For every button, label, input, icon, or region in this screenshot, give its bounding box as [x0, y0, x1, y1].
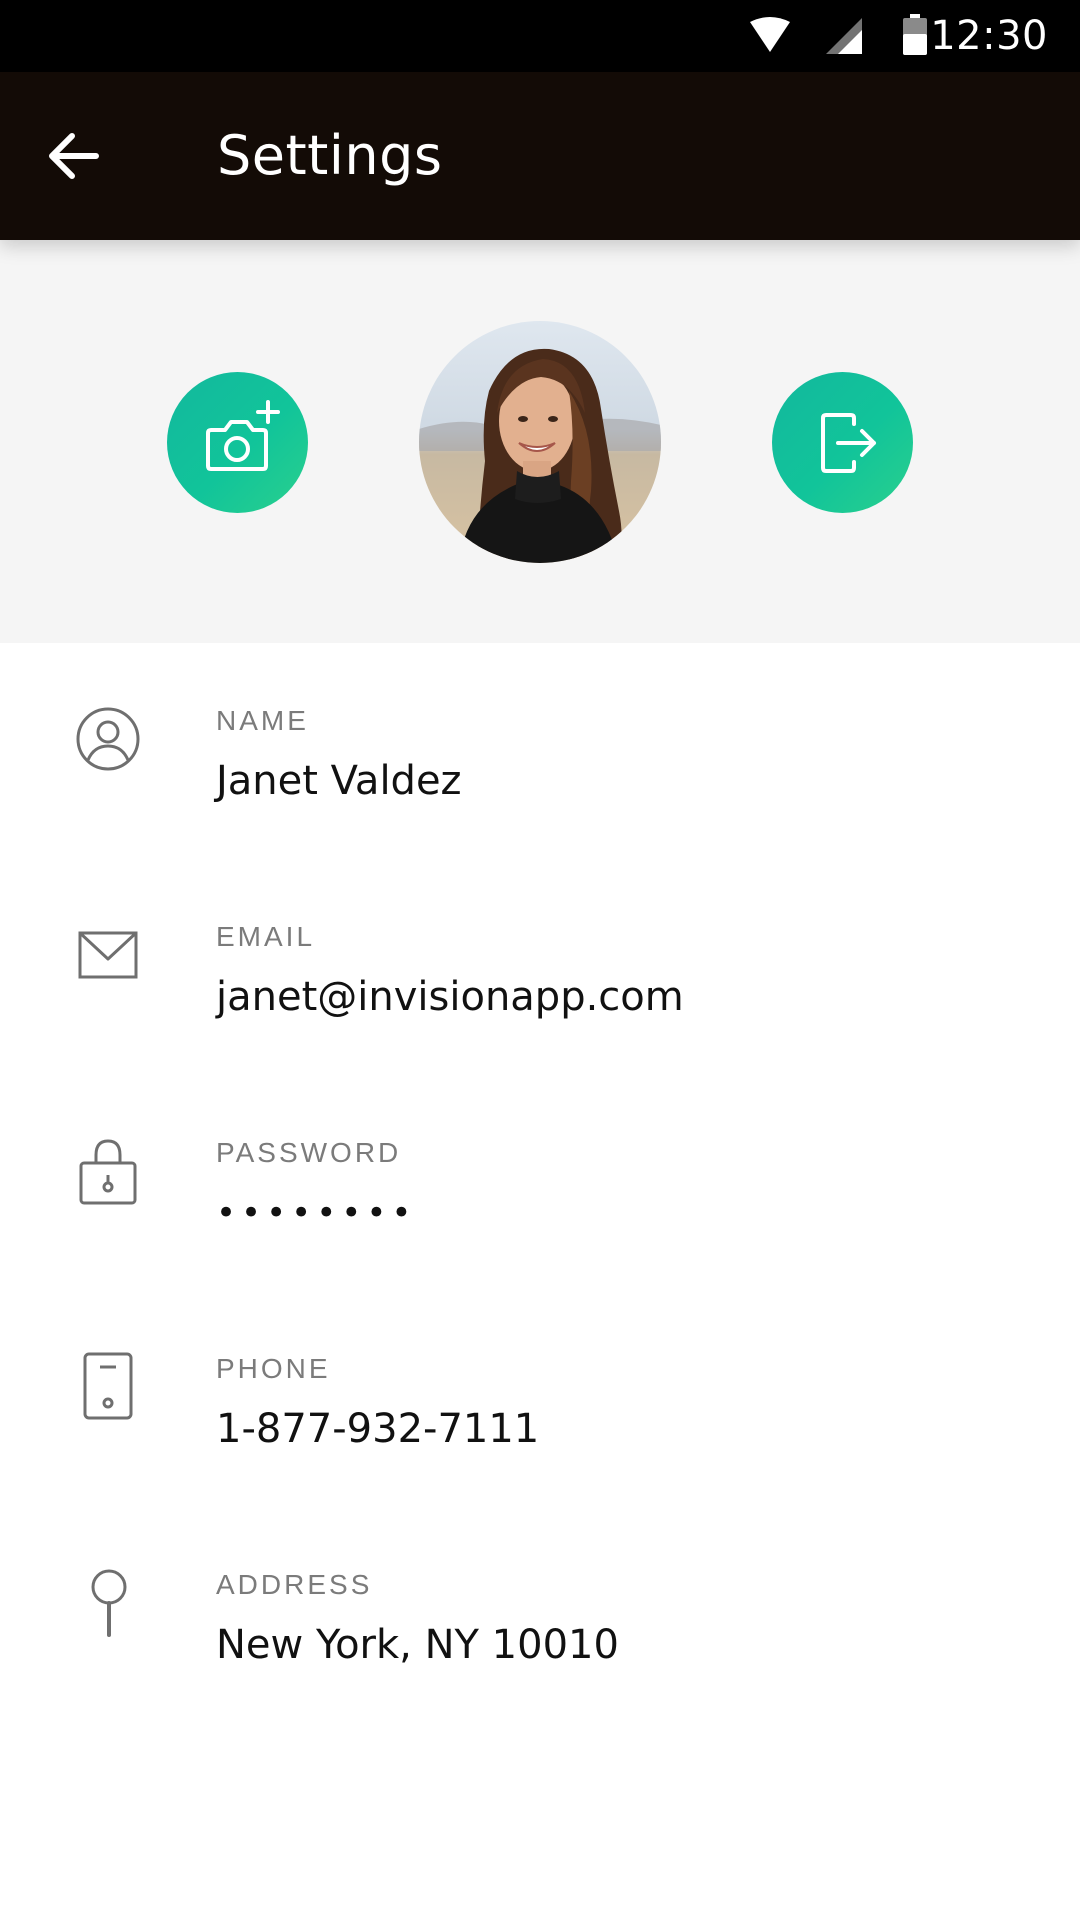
camera-add-icon	[206, 400, 280, 471]
field-phone[interactable]: PHONE 1-877-932-7111	[0, 1291, 1080, 1471]
status-time: 12:30	[930, 13, 1048, 59]
wifi-icon	[750, 17, 790, 52]
phone-icon	[72, 1351, 144, 1423]
profile-photo	[419, 321, 661, 563]
toolbar: Settings	[0, 72, 1080, 240]
lock-icon	[72, 1135, 144, 1207]
field-value: 1-877-932-7111	[216, 1406, 540, 1452]
field-label: PHONE	[216, 1353, 331, 1384]
battery-icon	[903, 14, 927, 55]
page-title: Settings	[217, 124, 443, 187]
user-icon	[72, 703, 144, 775]
signal-icon	[826, 18, 862, 54]
field-value: janet@invisionapp.com	[216, 974, 684, 1020]
avatar[interactable]	[419, 321, 661, 563]
settings-screen: 12:30 Settings NAME Janet Valdez EMAIL j…	[0, 0, 1080, 1920]
field-password[interactable]: PASSWORD ••••••••	[0, 1075, 1080, 1255]
mail-icon	[72, 919, 144, 991]
arrow-left-icon	[49, 133, 99, 179]
logout-button[interactable]	[772, 372, 913, 513]
field-label: ADDRESS	[216, 1569, 373, 1600]
field-label: NAME	[216, 705, 309, 736]
pin-icon	[72, 1567, 144, 1639]
field-address[interactable]: ADDRESS New York, NY 10010	[0, 1507, 1080, 1687]
add-photo-button[interactable]	[167, 372, 308, 513]
field-value: ••••••••	[216, 1193, 417, 1233]
logout-icon	[821, 413, 876, 473]
field-value: New York, NY 10010	[216, 1622, 619, 1668]
field-email[interactable]: EMAIL janet@invisionapp.com	[0, 859, 1080, 1039]
back-button[interactable]	[28, 108, 124, 204]
field-label: PASSWORD	[216, 1137, 402, 1168]
status-bar: 12:30	[0, 0, 1080, 72]
profile-header	[0, 240, 1080, 643]
field-name[interactable]: NAME Janet Valdez	[0, 643, 1080, 823]
field-label: EMAIL	[216, 921, 316, 952]
field-value: Janet Valdez	[216, 758, 462, 804]
